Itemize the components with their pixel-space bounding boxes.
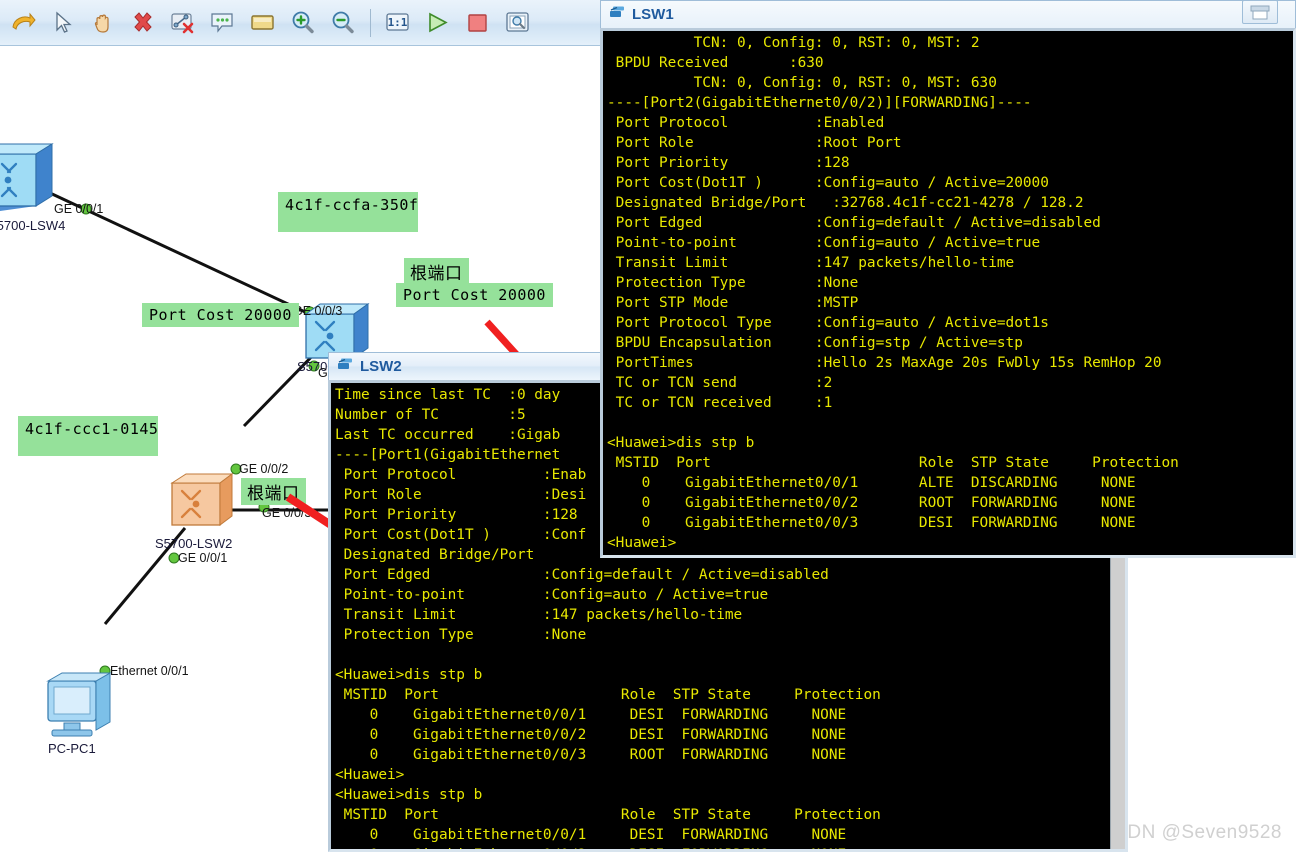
add-note-icon[interactable]: [206, 6, 240, 40]
device-label-lsw2: S5700-LSW2: [155, 536, 233, 551]
start-device-icon[interactable]: [421, 6, 455, 40]
port-label-lsw2-ge1: GE 0/0/1: [178, 551, 228, 565]
select-pointer-icon[interactable]: [46, 6, 80, 40]
port-label-lsw1-ge3: GE 0/0/3: [293, 304, 343, 318]
lsw1-terminal-output: TCN: 0, Config: 0, RST: 0, MST: 2 BPDU R…: [607, 35, 1179, 551]
annotation-cost-lsw1: Port Cost 20000: [396, 283, 553, 307]
svg-text:1:1: 1:1: [388, 16, 408, 29]
lsw1-title-text: LSW1: [632, 6, 674, 23]
annotation-mac-lsw2: 4c1f-ccc1-0145: [18, 416, 158, 456]
terminal-window-lsw1[interactable]: LSW1 TCN: 0, Config: 0, RST: 0, MST: 2 B…: [600, 0, 1296, 558]
switch-icon: [337, 356, 354, 377]
lsw1-title-bar[interactable]: LSW1: [600, 0, 1296, 28]
delete-x-icon[interactable]: [126, 6, 160, 40]
device-label-lsw4: S5700-LSW4: [0, 218, 66, 233]
zoom-actual-icon[interactable]: 1:1: [381, 6, 415, 40]
zoom-in-icon[interactable]: [286, 6, 320, 40]
redo-arrow-icon[interactable]: [6, 6, 40, 40]
application-window: 1:1 5700-LSW4 S5700-LSW2 PC-PC1 GE 0/0/1…: [0, 0, 1296, 852]
stop-device-icon[interactable]: [461, 6, 495, 40]
switch-icon: [609, 4, 626, 25]
lsw1-restore-button[interactable]: [1242, 0, 1278, 24]
device-lsw4: [0, 143, 54, 211]
annotation-mac-lsw1: 4c1f-ccfa-350f: [278, 192, 418, 232]
port-label-lsw2-ge2: GE 0/0/2: [239, 462, 289, 476]
port-label-pc1-eth1: Ethernet 0/0/1: [110, 664, 189, 678]
device-pc1: [46, 672, 112, 737]
annotation-root-port-lsw2: 根端口: [241, 478, 306, 505]
device-lsw2: [170, 473, 234, 526]
main-toolbar: 1:1: [0, 0, 600, 46]
annotation-cost-left: Port Cost 20000: [142, 303, 299, 327]
delete-link-icon[interactable]: [166, 6, 200, 40]
lsw2-title-text: LSW2: [360, 358, 402, 375]
annotation-root-port-lsw1: 根端口: [404, 258, 469, 285]
add-shape-icon[interactable]: [246, 6, 280, 40]
hand-pan-icon[interactable]: [86, 6, 120, 40]
device-label-pc1: PC-PC1: [48, 741, 96, 756]
toolbar-separator: [370, 8, 371, 37]
lsw1-terminal-body[interactable]: TCN: 0, Config: 0, RST: 0, MST: 2 BPDU R…: [600, 28, 1296, 558]
port-label-lsw4-ge1: GE 0/0/1: [54, 202, 104, 216]
zoom-out-icon[interactable]: [326, 6, 360, 40]
capture-packet-icon[interactable]: [501, 6, 535, 40]
port-label-lsw2-ge3: GE 0/0/3: [262, 506, 312, 520]
